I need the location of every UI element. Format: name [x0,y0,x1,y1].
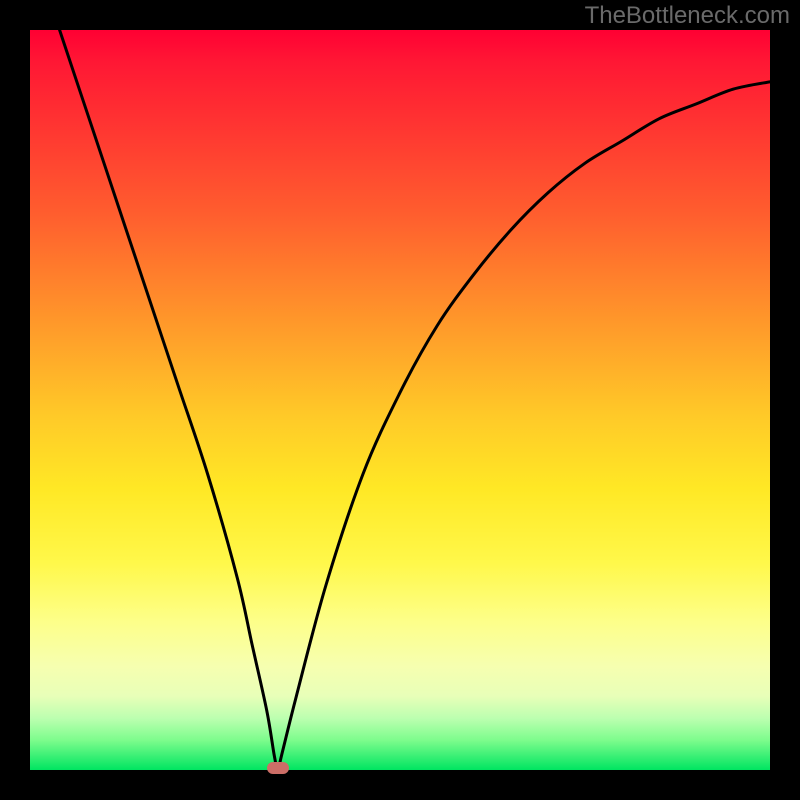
chart-frame: TheBottleneck.com [0,0,800,800]
optimal-marker [267,762,289,774]
bottleneck-curve [30,30,770,770]
curve-path [60,30,770,770]
plot-area [30,30,770,770]
watermark-text: TheBottleneck.com [585,2,790,30]
